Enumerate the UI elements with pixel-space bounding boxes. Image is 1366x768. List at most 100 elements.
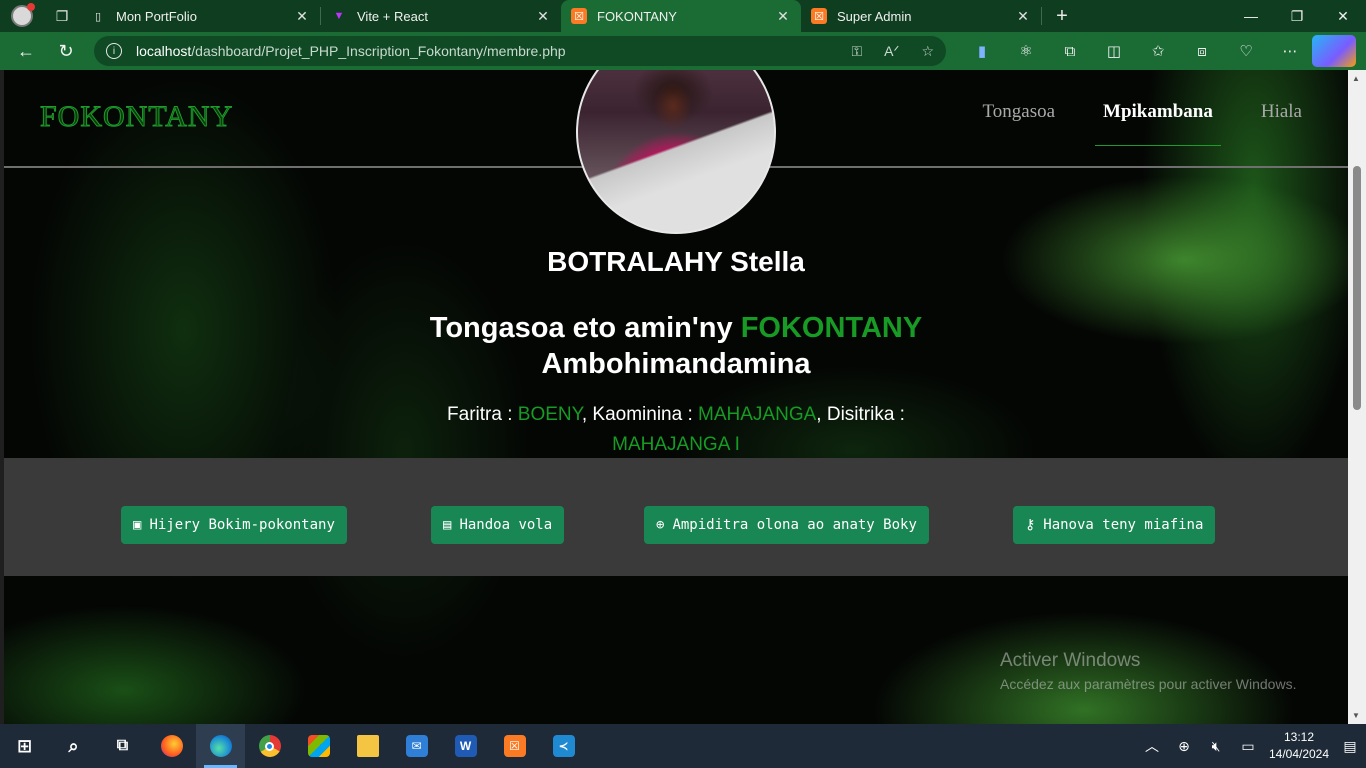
button-label: Hijery Bokim-pokontany [149,517,335,533]
collections-icon[interactable]: ⧈ [1180,35,1224,67]
close-window-icon[interactable]: ✕ [1320,0,1366,32]
minimize-icon[interactable]: — [1228,0,1274,32]
url-path: /dashboard/Projet_PHP_Inscription_Fokont… [191,43,566,59]
view-register-button[interactable]: ▣ Hijery Bokim-pokontany [121,506,347,544]
district-value: MAHAJANGA I [612,434,740,455]
key-icon[interactable]: ⚿ [852,43,863,60]
extensions-icon[interactable]: ⧉ [1048,35,1092,67]
close-icon[interactable]: ✕ [775,8,791,25]
restore-icon[interactable]: ❐ [1274,0,1320,32]
scroll-down-arrow-icon[interactable]: ▼ [1352,711,1360,720]
welcome-prefix: Tongasoa eto amin'ny [429,312,733,344]
file-explorer-icon[interactable] [343,724,392,768]
back-arrow-icon[interactable]: ← [6,35,46,67]
show-hidden-icons-chevron-icon[interactable]: ︿ [1136,736,1168,756]
tab-mon-portfolio[interactable]: ▯ Mon PortFolio ✕ [80,0,320,32]
clock[interactable]: 13:12 14/04/2024 [1264,729,1334,763]
page-viewport: FOKONTANY Tongasoa Mpikambana Hiala BOTR… [4,70,1348,724]
performance-icon[interactable]: ♡ [1224,35,1268,67]
xampp-taskbar-icon[interactable]: ☒ [490,724,539,768]
region-label: Faritra : [447,404,513,425]
window-controls: — ❐ ✕ [1228,0,1366,32]
copilot-icon[interactable] [1312,35,1356,67]
member-name: BOTRALAHY Stella [547,246,805,277]
commune-value: MAHAJANGA [698,404,817,425]
notifications-icon[interactable]: ▤ [1334,738,1366,755]
button-label: Handoa vola [459,517,553,533]
page-icon: ▯ [94,10,102,23]
close-icon[interactable]: ✕ [1015,8,1031,25]
nav-mpikambana[interactable]: Mpikambana [1095,101,1221,146]
profile-button[interactable] [0,0,44,32]
scrollbar-thumb[interactable] [1353,166,1361,410]
money-icon: ▤ [443,517,452,533]
change-password-button[interactable]: ⚷ Hanova teny miafina [1013,506,1216,544]
start-windows-icon[interactable]: ⊞ [0,724,49,768]
watermark-subtitle: Accédez aux paramètres pour activer Wind… [1000,676,1297,692]
welcome-heading: Tongasoa eto amin'ny FOKONTANY Ambohiman… [4,310,1348,382]
word-icon[interactable]: W [441,724,490,768]
site-info-icon[interactable]: i [106,43,122,59]
tab-vite-react[interactable]: ▼ Vite + React ✕ [321,0,561,32]
plus-circle-icon: ⊕ [656,517,665,533]
location-line: Faritra : BOENY, Kaominina : MAHAJANGA, … [447,404,905,455]
watermark-title: Activer Windows [1000,650,1141,671]
site-brand[interactable]: FOKONTANY [39,100,233,134]
tab-title: Mon PortFolio [116,8,197,24]
windows-activation-watermark: Activer Windows Accédez aux paramètres p… [1000,650,1296,692]
button-label: Hanova teny miafina [1043,517,1204,533]
clock-date: 14/04/2024 [1268,747,1330,761]
new-tab-button[interactable]: + [1042,0,1082,32]
nav-hiala[interactable]: Hiala [1257,101,1306,123]
close-icon[interactable]: ✕ [535,8,551,25]
volume-muted-icon[interactable]: 🔇︎ [1200,738,1232,755]
add-person-button[interactable]: ⊕ Ampiditra olona ao anaty Boky [644,506,929,544]
more-menu-icon[interactable]: ⋯ [1268,35,1312,67]
tab-title: Super Admin [837,8,912,24]
district-label: Disitrika : [826,404,905,425]
xampp-icon: ☒ [571,8,587,24]
welcome-place: Ambohimandamina [541,348,811,380]
region-value: BOENY [517,404,582,425]
nav-tongasoa[interactable]: Tongasoa [978,101,1059,123]
task-view-icon[interactable]: ⧉ [98,724,147,768]
favorites-icon[interactable]: ✩ [1136,35,1180,67]
close-icon[interactable]: ✕ [294,8,310,25]
vscode-icon[interactable]: ≺ [539,724,588,768]
microsoft-store-icon[interactable] [294,724,343,768]
chrome-icon[interactable] [245,724,294,768]
tab-title: Vite + React [357,8,428,24]
browser-tab-bar: ❐ ▯ Mon PortFolio ✕ ▼ Vite + React ✕ ☒ F… [0,0,1366,32]
tab-actions-button[interactable]: ❐ [44,0,80,32]
button-label: Ampiditra olona ao anaty Boky [672,517,917,533]
address-bar[interactable]: i localhost/dashboard/Projet_PHP_Inscrip… [94,36,946,66]
extension-book-icon[interactable]: ▮ [960,35,1004,67]
action-panel: ▣ Hijery Bokim-pokontany ▤ Handoa vola ⊕… [4,458,1348,576]
tab-super-admin[interactable]: ☒ Super Admin ✕ [801,0,1041,32]
site-nav: Tongasoa Mpikambana Hiala [978,101,1306,146]
react-devtools-icon[interactable]: ⚛ [1004,35,1048,67]
xampp-icon: ☒ [811,8,827,24]
vite-icon: ▼ [333,10,345,22]
tab-fokontany[interactable]: ☒ FOKONTANY ✕ [561,0,801,32]
id-card-icon: ▣ [133,517,142,533]
firefox-icon[interactable] [147,724,196,768]
toolbar-extensions: ▮ ⚛ ⧉ ◫ ✩ ⧈ ♡ ⋯ [960,35,1356,67]
windows-taskbar: ⊞ ⌕ ⧉ ✉ W ☒ ≺ ︿ ⊕ 🔇︎ ▭ 13:12 14/04/2024 … [0,724,1366,768]
scroll-up-arrow-icon[interactable]: ▲ [1352,74,1360,83]
edge-icon[interactable] [196,724,245,768]
read-aloud-icon[interactable]: Aᐟ [884,43,899,60]
welcome-brand: FOKONTANY [740,312,923,344]
favorite-star-icon[interactable]: ☆ [921,43,934,60]
mail-icon[interactable]: ✉ [392,724,441,768]
battery-icon[interactable]: ▭ [1232,738,1264,755]
key-icon: ⚷ [1025,517,1036,533]
browser-toolbar: ← ↻ i localhost/dashboard/Projet_PHP_Ins… [0,32,1366,70]
refresh-icon[interactable]: ↻ [46,35,86,67]
split-screen-icon[interactable]: ◫ [1092,35,1136,67]
system-tray: ︿ ⊕ 🔇︎ ▭ 13:12 14/04/2024 ▤ [1136,729,1366,763]
page-scrollbar[interactable]: ▲ ▼ [1348,70,1366,724]
network-icon[interactable]: ⊕ [1168,738,1200,755]
pay-button[interactable]: ▤ Handoa vola [431,506,565,544]
search-icon[interactable]: ⌕ [49,724,98,768]
